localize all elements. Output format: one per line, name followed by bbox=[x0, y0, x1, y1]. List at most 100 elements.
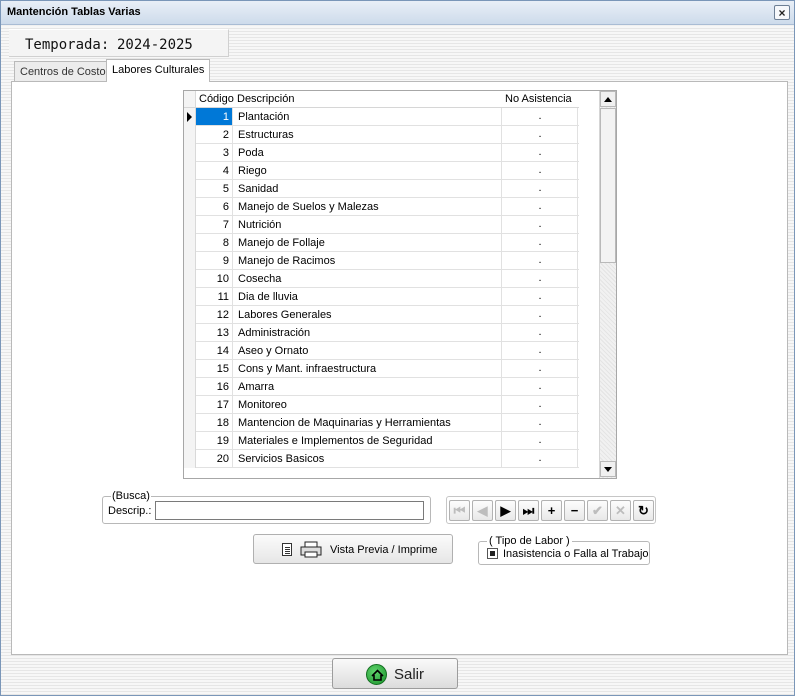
cell-no-asistencia[interactable]: . bbox=[503, 432, 578, 449]
table-row[interactable]: 8 Manejo de Follaje. bbox=[184, 234, 579, 252]
row-indicator[interactable] bbox=[184, 180, 196, 198]
table-row[interactable]: 3 Poda. bbox=[184, 144, 579, 162]
exit-button[interactable]: Salir bbox=[332, 658, 458, 689]
column-header-description[interactable]: Descripción bbox=[237, 93, 294, 105]
row-indicator[interactable] bbox=[184, 450, 196, 468]
print-preview-button[interactable]: Vista Previa / Imprime bbox=[253, 534, 453, 564]
row-indicator[interactable] bbox=[184, 342, 196, 360]
cell-code[interactable]: 3 bbox=[196, 144, 233, 161]
row-indicator[interactable] bbox=[184, 378, 196, 396]
table-row[interactable]: 14 Aseo y Ornato. bbox=[184, 342, 579, 360]
table-row[interactable]: 15 Cons y Mant. infraestructura. bbox=[184, 360, 579, 378]
table-row[interactable]: 13 Administración. bbox=[184, 324, 579, 342]
row-indicator[interactable] bbox=[184, 198, 196, 216]
cell-no-asistencia[interactable]: . bbox=[503, 144, 578, 161]
prior-record-button[interactable]: ◀ bbox=[472, 500, 493, 521]
cell-description[interactable]: Poda bbox=[234, 144, 502, 161]
title-bar[interactable]: Mantención Tablas Varias × bbox=[1, 1, 794, 25]
cell-description[interactable]: Sanidad bbox=[234, 180, 502, 197]
cell-code[interactable]: 18 bbox=[196, 414, 233, 431]
refresh-button[interactable]: ↻ bbox=[633, 500, 654, 521]
cell-no-asistencia[interactable]: . bbox=[503, 216, 578, 233]
cell-code[interactable]: 16 bbox=[196, 378, 233, 395]
cell-description[interactable]: Estructuras bbox=[234, 126, 502, 143]
tab-centros-de-costo[interactable]: Centros de Costo bbox=[14, 61, 112, 81]
cell-description[interactable]: Monitoreo bbox=[234, 396, 502, 413]
cell-code[interactable]: 7 bbox=[196, 216, 233, 233]
delete-record-button[interactable]: − bbox=[564, 500, 585, 521]
column-header-code[interactable]: Código bbox=[199, 93, 234, 105]
cell-description[interactable]: Dia de lluvia bbox=[234, 288, 502, 305]
table-row[interactable]: 12 Labores Generales. bbox=[184, 306, 579, 324]
table-row[interactable]: 6 Manejo de Suelos y Malezas. bbox=[184, 198, 579, 216]
table-row[interactable]: 2 Estructuras. bbox=[184, 126, 579, 144]
cell-no-asistencia[interactable]: . bbox=[503, 180, 578, 197]
cell-code[interactable]: 10 bbox=[196, 270, 233, 287]
absence-checkbox-label[interactable]: Inasistencia o Falla al Trabajo bbox=[503, 548, 649, 560]
cell-no-asistencia[interactable]: . bbox=[503, 414, 578, 431]
cell-description[interactable]: Nutrición bbox=[234, 216, 502, 233]
tab-labores-culturales[interactable]: Labores Culturales bbox=[106, 59, 211, 82]
search-input[interactable] bbox=[155, 501, 424, 520]
cell-no-asistencia[interactable]: . bbox=[503, 342, 578, 359]
table-row[interactable]: 16 Amarra. bbox=[184, 378, 579, 396]
cell-description[interactable]: Cosecha bbox=[234, 270, 502, 287]
cell-no-asistencia[interactable]: . bbox=[503, 306, 578, 323]
table-row[interactable]: 10 Cosecha. bbox=[184, 270, 579, 288]
cell-code[interactable]: 6 bbox=[196, 198, 233, 215]
cell-no-asistencia[interactable]: . bbox=[503, 396, 578, 413]
cell-no-asistencia[interactable]: . bbox=[503, 198, 578, 215]
scroll-up-button[interactable] bbox=[600, 91, 616, 107]
cell-no-asistencia[interactable]: . bbox=[503, 378, 578, 395]
table-row[interactable]: 19 Materiales e Implementos de Seguridad. bbox=[184, 432, 579, 450]
cell-code[interactable]: 1 bbox=[196, 108, 233, 125]
cell-code[interactable]: 2 bbox=[196, 126, 233, 143]
table-row[interactable]: 11 Dia de lluvia. bbox=[184, 288, 579, 306]
cell-description[interactable]: Plantación bbox=[234, 108, 502, 125]
cell-no-asistencia[interactable]: . bbox=[503, 324, 578, 341]
cancel-record-button[interactable]: ✕ bbox=[610, 500, 631, 521]
post-record-button[interactable]: ✔ bbox=[587, 500, 608, 521]
row-indicator[interactable] bbox=[184, 414, 196, 432]
cell-description[interactable]: Cons y Mant. infraestructura bbox=[234, 360, 502, 377]
cell-description[interactable]: Riego bbox=[234, 162, 502, 179]
cell-code[interactable]: 14 bbox=[196, 342, 233, 359]
cell-description[interactable]: Administración bbox=[234, 324, 502, 341]
row-indicator[interactable] bbox=[184, 306, 196, 324]
cell-no-asistencia[interactable]: . bbox=[503, 288, 578, 305]
cell-code[interactable]: 11 bbox=[196, 288, 233, 305]
table-row[interactable]: 5 Sanidad. bbox=[184, 180, 579, 198]
cell-code[interactable]: 15 bbox=[196, 360, 233, 377]
row-indicator[interactable] bbox=[184, 324, 196, 342]
table-row[interactable]: 20 Servicios Basicos. bbox=[184, 450, 579, 468]
cell-description[interactable]: Manejo de Follaje bbox=[234, 234, 502, 251]
cell-description[interactable]: Manejo de Racimos bbox=[234, 252, 502, 269]
close-button[interactable]: × bbox=[774, 5, 790, 20]
row-indicator[interactable] bbox=[184, 432, 196, 450]
table-row[interactable]: 1 Plantación. bbox=[184, 108, 579, 126]
insert-record-button[interactable]: + bbox=[541, 500, 562, 521]
cell-code[interactable]: 19 bbox=[196, 432, 233, 449]
cell-description[interactable]: Labores Generales bbox=[234, 306, 502, 323]
table-row[interactable]: 17 Monitoreo. bbox=[184, 396, 579, 414]
table-row[interactable]: 4 Riego. bbox=[184, 162, 579, 180]
labores-grid[interactable]: Código Descripción No Asistencia 1 Planta… bbox=[183, 90, 617, 479]
cell-no-asistencia[interactable]: . bbox=[503, 126, 578, 143]
cell-code[interactable]: 8 bbox=[196, 234, 233, 251]
cell-code[interactable]: 17 bbox=[196, 396, 233, 413]
row-indicator[interactable] bbox=[184, 162, 196, 180]
cell-no-asistencia[interactable]: . bbox=[503, 450, 578, 467]
cell-code[interactable]: 13 bbox=[196, 324, 233, 341]
row-indicator[interactable] bbox=[184, 360, 196, 378]
cell-code[interactable]: 5 bbox=[196, 180, 233, 197]
cell-description[interactable]: Amarra bbox=[234, 378, 502, 395]
cell-no-asistencia[interactable]: . bbox=[503, 270, 578, 287]
row-indicator[interactable] bbox=[184, 108, 196, 126]
cell-no-asistencia[interactable]: . bbox=[503, 360, 578, 377]
row-indicator[interactable] bbox=[184, 396, 196, 414]
cell-description[interactable]: Materiales e Implementos de Seguridad bbox=[234, 432, 502, 449]
absence-checkbox[interactable] bbox=[487, 548, 498, 559]
row-indicator[interactable] bbox=[184, 216, 196, 234]
table-row[interactable]: 7 Nutrición. bbox=[184, 216, 579, 234]
cell-no-asistencia[interactable]: . bbox=[503, 162, 578, 179]
